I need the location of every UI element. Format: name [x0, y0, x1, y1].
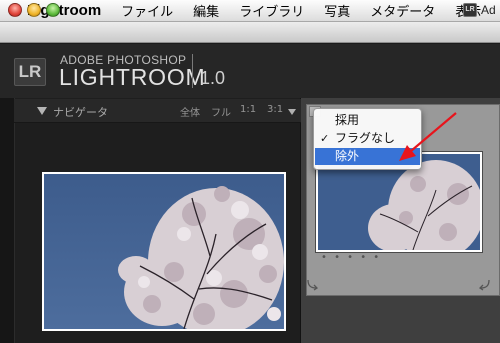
menu-file[interactable]: ファイル: [121, 1, 173, 20]
rating-stars[interactable]: • • • • •: [321, 252, 381, 263]
left-panel-edge: [0, 98, 14, 343]
menu-bar: Lightroom ファイル 編集 ライブラリ 写真 メタデータ 表示: [0, 0, 500, 22]
collapse-triangle-icon[interactable]: [37, 107, 47, 115]
rotate-left-icon[interactable]: [305, 277, 319, 291]
menu-item-rejected[interactable]: 除外: [315, 148, 420, 165]
menu-item-unflagged[interactable]: ✓ フラグなし: [315, 130, 420, 147]
flag-menu: 採用 ✓ フラグなし 除外: [313, 108, 422, 170]
close-window-button[interactable]: [8, 3, 22, 17]
menu-metadata[interactable]: メタデータ: [370, 1, 435, 20]
zoom-1to1-option[interactable]: 1:1: [240, 104, 256, 115]
lr-logo: LR: [14, 58, 46, 86]
window-titlebar: [0, 22, 500, 43]
window-title: Ad: [481, 3, 496, 17]
zoom-fill-option[interactable]: フル: [211, 104, 231, 119]
menu-library[interactable]: ライブラリ: [239, 1, 304, 20]
navigator-preview-photo[interactable]: [42, 172, 286, 331]
zoom-menu-arrow-icon[interactable]: [288, 109, 296, 115]
brand-divider: [192, 54, 193, 88]
menu-edit[interactable]: 編集: [193, 1, 219, 20]
zoom-3to1-option[interactable]: 3:1: [267, 104, 283, 115]
minimize-window-button[interactable]: [27, 3, 41, 17]
cherry-blossom-photo: [44, 174, 284, 329]
menu-photo[interactable]: 写真: [324, 1, 350, 20]
rotate-right-icon[interactable]: [478, 277, 492, 291]
checkmark-icon: ✓: [320, 132, 330, 145]
brand-version: 1.0: [200, 68, 226, 88]
lr-app-icon: LR: [463, 3, 477, 17]
zoom-window-button[interactable]: [46, 3, 60, 17]
navigator-title: ナビゲータ: [53, 106, 108, 119]
menu-item-pick[interactable]: 採用: [315, 112, 420, 129]
brand-title: LIGHTROOM: [59, 64, 206, 90]
zoom-fit-option[interactable]: 全体: [180, 104, 200, 119]
